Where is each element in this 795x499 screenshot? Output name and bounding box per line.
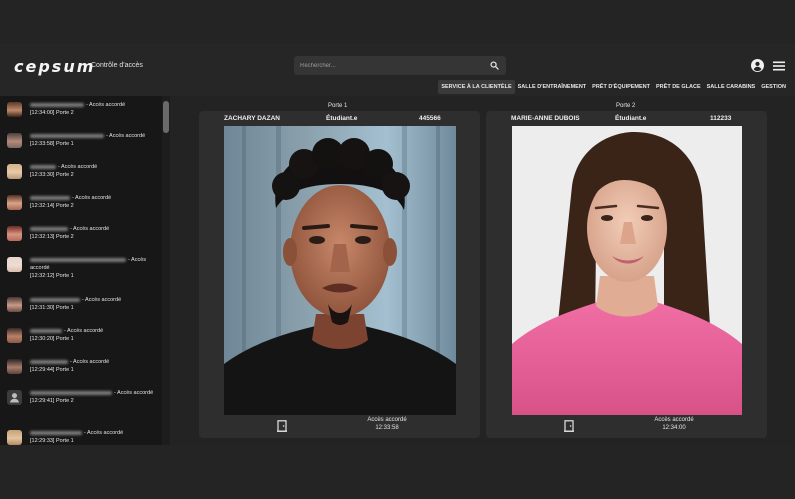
log-entry-text: - Accès accordé [12:29:41] Porte 2 bbox=[30, 390, 154, 404]
door-2-card: MARIE-ANNE DUBOIS Étudiant.e 112233 Accè… bbox=[486, 111, 767, 438]
access-log-panel: - Accès accordé [12:34:00] Porte 2 - Accè… bbox=[0, 96, 170, 445]
log-entry[interactable]: - Accès accordé [12:32:12] Porte 1 bbox=[0, 251, 162, 291]
log-entry[interactable]: - Accès accordé [12:32:13] Porte 2 bbox=[0, 220, 162, 251]
access-log-list: - Accès accordé [12:34:00] Porte 2 - Accè… bbox=[0, 96, 162, 445]
log-scrollbar[interactable] bbox=[162, 96, 170, 445]
log-entry-text: - Accès accordé [12:29:44] Porte 1 bbox=[30, 359, 110, 373]
log-entry-text: - Accès accordé [12:31:30] Porte 1 bbox=[30, 297, 122, 311]
door-2-person-id: 112233 bbox=[710, 115, 732, 122]
top-band bbox=[0, 0, 795, 44]
log-entry[interactable]: - Accès accordé [12:33:30] Porte 2 bbox=[0, 158, 162, 189]
redacted-name bbox=[30, 133, 104, 138]
search-icon[interactable] bbox=[490, 61, 499, 70]
log-entry[interactable]: - Accès accordé [12:29:41] Porte 2 bbox=[0, 384, 162, 424]
door-2-person-name: MARIE-ANNE DUBOIS bbox=[511, 115, 580, 122]
door-2-label: Porte 2 bbox=[616, 103, 636, 109]
redacted-name bbox=[30, 195, 70, 200]
log-entry-text: - Accès accordé [12:32:14] Porte 2 bbox=[30, 195, 112, 209]
nav-gestion[interactable]: GESTION bbox=[758, 80, 789, 94]
app-logo: cepsum bbox=[14, 57, 96, 76]
log-entry-text: - Accès accordé [12:33:58] Porte 1 bbox=[30, 133, 146, 147]
door-1-status: Accès accordé 12:33:58 bbox=[347, 417, 427, 432]
log-avatar bbox=[7, 102, 22, 117]
log-avatar bbox=[7, 257, 22, 272]
app-header: cepsum Contrôle d'accès SERVICE À LA CLI… bbox=[0, 44, 795, 96]
door-1-open-icon[interactable] bbox=[277, 420, 287, 432]
log-avatar bbox=[7, 195, 22, 210]
log-avatar bbox=[7, 164, 22, 179]
log-avatar bbox=[7, 328, 22, 343]
log-scrollbar-thumb[interactable] bbox=[163, 101, 169, 133]
redacted-name bbox=[30, 164, 56, 169]
log-entry[interactable]: - Accès accordé [12:34:00] Porte 2 bbox=[0, 96, 162, 127]
nav-salle-carabins[interactable]: SALLE CARABINS bbox=[704, 80, 759, 94]
log-avatar bbox=[7, 226, 22, 241]
log-avatar bbox=[7, 359, 22, 374]
door-1-photo bbox=[224, 126, 456, 415]
log-avatar bbox=[7, 297, 22, 312]
log-entry[interactable]: - Accès accordé [12:29:33] Porte 1 bbox=[0, 424, 162, 445]
log-entry-text: - Accès accordé [12:30:20] Porte 1 bbox=[30, 328, 104, 342]
redacted-name bbox=[30, 226, 68, 231]
door-1-person-name: ZACHARY DAZAN bbox=[224, 115, 280, 122]
redacted-name bbox=[30, 390, 112, 395]
search-input[interactable] bbox=[294, 56, 482, 75]
log-entry-text: - Accès accordé [12:32:13] Porte 2 bbox=[30, 226, 110, 240]
person-icon bbox=[10, 393, 19, 403]
account-icon[interactable] bbox=[751, 59, 764, 72]
nav-pret-equipement[interactable]: PRÊT D'ÉQUIPEMENT bbox=[589, 80, 653, 94]
door-2-status-text: Accès accordé bbox=[654, 417, 694, 423]
redacted-name bbox=[30, 297, 80, 302]
log-entry[interactable]: - Accès accordé [12:32:14] Porte 2 bbox=[0, 189, 162, 220]
door-2-open-icon[interactable] bbox=[564, 420, 574, 432]
door-1-status-text: Accès accordé bbox=[367, 417, 407, 423]
log-entry-text: - Accès accordé [12:34:00] Porte 2 bbox=[30, 102, 126, 116]
door-1-person-id: 445566 bbox=[419, 115, 441, 122]
log-entry[interactable]: - Accès accordé [12:29:44] Porte 1 bbox=[0, 353, 162, 384]
log-avatar-placeholder bbox=[7, 390, 22, 405]
redacted-name bbox=[30, 102, 84, 107]
door-1-status-time: 12:33:58 bbox=[375, 424, 399, 431]
bottom-band bbox=[0, 445, 795, 499]
redacted-name bbox=[30, 328, 62, 333]
door-2-person-type: Étudiant.e bbox=[615, 115, 647, 122]
nav-service-clientele[interactable]: SERVICE À LA CLIENTÈLE bbox=[438, 80, 515, 94]
redacted-name bbox=[30, 257, 126, 262]
main-nav: SERVICE À LA CLIENTÈLE SALLE D'ENTRAÎNEM… bbox=[438, 80, 789, 94]
log-entry[interactable]: - Accès accordé [12:31:30] Porte 1 bbox=[0, 291, 162, 322]
log-entry-text: - Accès accordé [12:32:12] Porte 1 bbox=[30, 257, 147, 279]
log-entry-text: - Accès accordé [12:33:30] Porte 2 bbox=[30, 164, 98, 178]
log-entry-text: - Accès accordé [12:29:33] Porte 1 bbox=[30, 430, 124, 444]
door-1-card: ZACHARY DAZAN Étudiant.e 445566 Accès ac… bbox=[199, 111, 480, 438]
log-entry[interactable]: - Accès accordé [12:30:20] Porte 1 bbox=[0, 322, 162, 353]
nav-pret-glace[interactable]: PRÊT DE GLACE bbox=[653, 80, 704, 94]
door-1-person-type: Étudiant.e bbox=[326, 115, 358, 122]
door-2-status-time: 12:34:00 bbox=[662, 424, 686, 431]
redacted-name bbox=[30, 430, 82, 435]
hamburger-menu-icon[interactable] bbox=[773, 61, 785, 71]
nav-salle-entrainement[interactable]: SALLE D'ENTRAÎNEMENT bbox=[515, 80, 590, 94]
log-entry[interactable]: - Accès accordé [12:33:58] Porte 1 bbox=[0, 127, 162, 158]
log-avatar bbox=[7, 133, 22, 148]
log-avatar bbox=[7, 430, 22, 445]
door-monitor: Porte 1 ZACHARY DAZAN Étudiant.e 445566 bbox=[170, 96, 795, 445]
search-bar bbox=[294, 56, 506, 75]
door-2-status: Accès accordé 12:34:00 bbox=[634, 417, 714, 432]
door-1-label: Porte 1 bbox=[328, 103, 348, 109]
app-subtitle: Contrôle d'accès bbox=[91, 62, 143, 69]
door-2-photo bbox=[512, 126, 742, 415]
redacted-name bbox=[30, 359, 68, 364]
